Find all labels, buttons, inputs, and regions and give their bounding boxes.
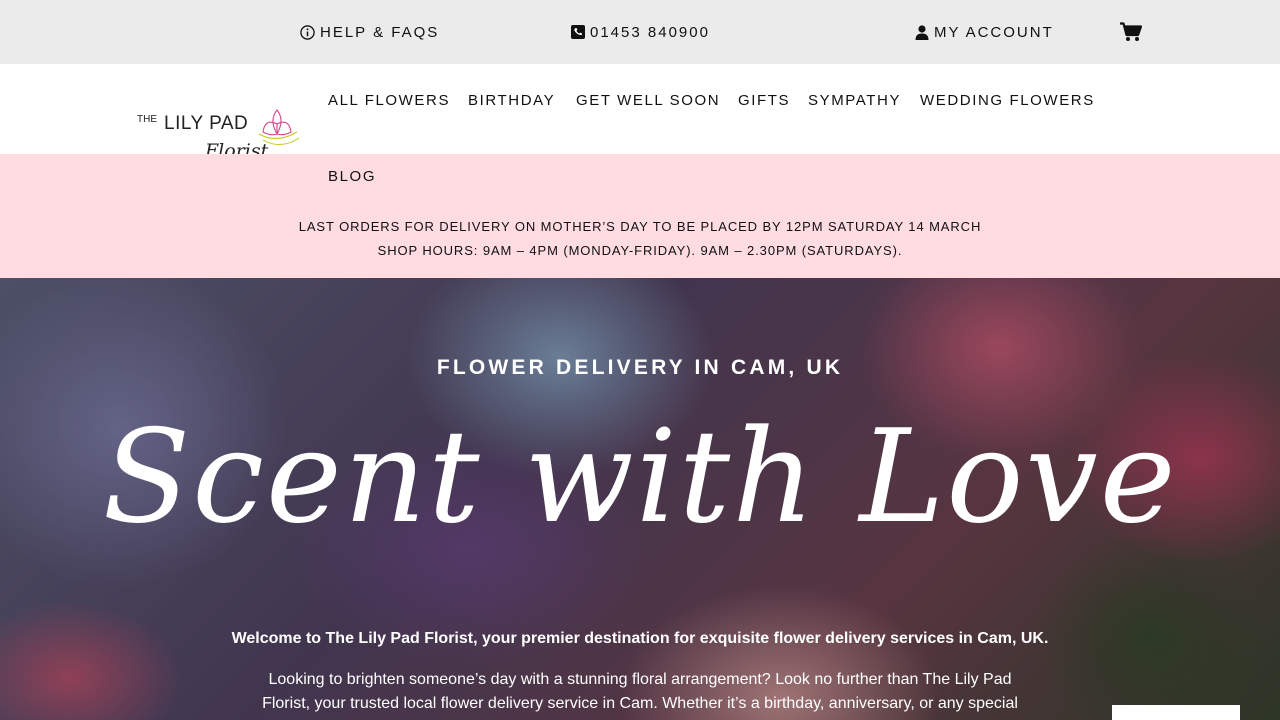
hero-body-text: Looking to brighten someone’s day with a… — [262, 671, 1018, 712]
phone-link[interactable]: 01453 840900 — [571, 0, 710, 64]
user-icon — [915, 24, 929, 40]
phone-label: 01453 840900 — [590, 23, 710, 41]
hero-script-title: Scent with Love — [102, 403, 1178, 552]
notice-mothers-day: LAST ORDERS FOR DELIVERY ON MOTHER’S DAY… — [298, 219, 982, 234]
nav-all-flowers[interactable]: ALL FLOWERS — [328, 92, 450, 109]
nav-sympathy[interactable]: SYMPATHY — [808, 92, 901, 109]
help-faqs-label: HELP & FAQS — [320, 23, 440, 41]
nav-blog[interactable]: BLOG — [328, 168, 376, 185]
notice-shop-hours: SHOP HOURS: 9AM – 4PM (MONDAY-FRIDAY). 9… — [377, 243, 903, 258]
logo-small-text: THE — [137, 114, 157, 125]
info-circle-icon — [300, 24, 315, 40]
phone-icon — [571, 25, 585, 39]
nav-gifts[interactable]: GIFTS — [738, 92, 790, 109]
notice-banner: BLOG LAST ORDERS FOR DELIVERY ON MOTHER’… — [0, 154, 1280, 278]
top-bar: HELP & FAQS 01453 840900 MY ACCOUNT — [0, 0, 1280, 64]
shopping-cart-icon — [1120, 22, 1142, 41]
nav-birthday[interactable]: BIRTHDAY — [468, 92, 555, 109]
my-account-label: MY ACCOUNT — [934, 23, 1054, 41]
my-account-link[interactable]: MY ACCOUNT — [915, 0, 1054, 64]
nav-get-well-soon[interactable]: GET WELL SOON — [576, 92, 720, 109]
hero-section: FLOWER DELIVERY IN CAM, UK Scent with Lo… — [0, 278, 1280, 720]
hero-welcome-text: Welcome to The Lily Pad Florist, your pr… — [231, 630, 1049, 647]
hero-eyebrow: FLOWER DELIVERY IN CAM, UK — [436, 356, 844, 379]
help-faqs-link[interactable]: HELP & FAQS — [300, 0, 439, 64]
logo-name-text: LILY PAD — [164, 113, 248, 134]
floating-widget-tab[interactable] — [1112, 705, 1240, 720]
nav-wedding-flowers[interactable]: WEDDING FLOWERS — [920, 92, 1095, 109]
cart-button[interactable] — [1120, 0, 1147, 64]
